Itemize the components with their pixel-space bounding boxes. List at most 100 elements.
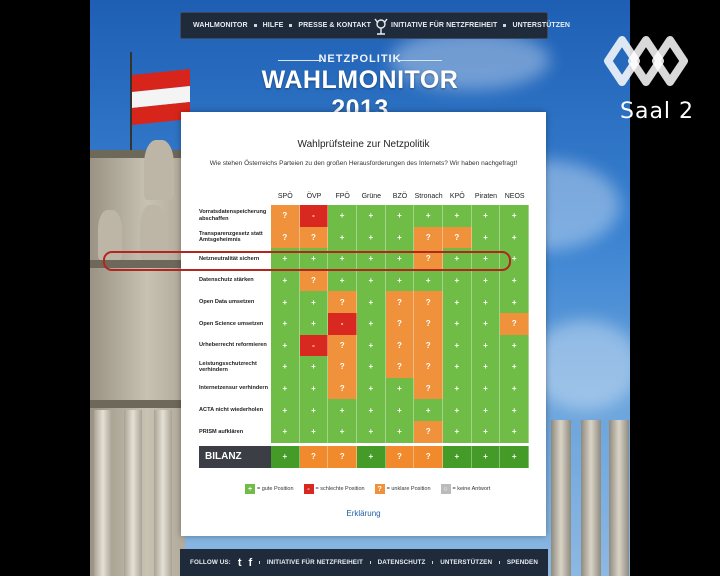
bilanz-cell[interactable]: + — [471, 445, 501, 468]
position-cell[interactable]: + — [356, 291, 386, 313]
position-cell[interactable]: ? — [328, 356, 357, 378]
position-cell[interactable]: + — [385, 420, 415, 443]
position-cell[interactable]: ? — [270, 226, 300, 249]
position-cell[interactable]: + — [270, 269, 300, 292]
position-cell[interactable]: + — [471, 269, 501, 292]
position-cell[interactable]: + — [270, 334, 300, 357]
position-cell[interactable]: + — [299, 399, 329, 421]
position-cell[interactable]: + — [356, 334, 386, 357]
position-cell[interactable]: + — [442, 420, 472, 443]
nav-link-left-1[interactable]: HILFE — [263, 22, 284, 29]
position-cell[interactable]: + — [356, 377, 386, 400]
position-cell[interactable]: + — [270, 291, 300, 313]
position-cell[interactable]: + — [471, 399, 501, 421]
bilanz-cell[interactable]: + — [500, 445, 529, 468]
position-cell[interactable]: + — [270, 420, 300, 443]
bilanz-cell[interactable]: ? — [414, 445, 443, 468]
position-cell[interactable]: + — [356, 420, 386, 443]
site-logo-icon[interactable] — [371, 15, 391, 37]
nav-link-right-1[interactable]: UNTERSTÜTZEN — [512, 22, 570, 29]
position-cell[interactable]: + — [356, 399, 386, 421]
position-cell[interactable]: + — [500, 377, 529, 400]
position-cell[interactable]: + — [471, 312, 501, 335]
bilanz-cell[interactable]: ? — [299, 445, 329, 468]
position-cell[interactable]: ? — [328, 377, 357, 400]
position-cell[interactable]: ? — [270, 205, 300, 227]
position-cell[interactable]: + — [471, 377, 501, 400]
position-cell[interactable]: ? — [414, 356, 443, 378]
position-cell[interactable]: ? — [414, 334, 443, 357]
position-cell[interactable]: + — [385, 205, 415, 227]
position-cell[interactable]: + — [442, 377, 472, 400]
position-cell[interactable]: + — [299, 312, 329, 335]
position-cell[interactable]: ? — [328, 291, 357, 313]
twitter-icon[interactable]: t — [238, 557, 242, 569]
position-cell[interactable]: + — [414, 269, 443, 292]
position-cell[interactable]: + — [328, 205, 357, 227]
footer-link-2[interactable]: UNTERSTÜTZEN — [440, 559, 492, 566]
nav-link-right-0[interactable]: INITIATIVE FÜR NETZFREIHEIT — [391, 22, 497, 29]
position-cell[interactable]: ? — [414, 377, 443, 400]
position-cell[interactable]: + — [299, 420, 329, 443]
position-cell[interactable]: ? — [442, 226, 472, 249]
position-cell[interactable]: + — [471, 291, 501, 313]
footer-link-1[interactable]: DATENSCHUTZ — [378, 559, 426, 566]
footer-link-3[interactable]: SPENDEN — [507, 559, 538, 566]
position-cell[interactable]: ? — [299, 226, 329, 249]
position-cell[interactable]: ? — [385, 291, 415, 313]
nav-link-left-2[interactable]: PRESSE & KONTAKT — [298, 22, 371, 29]
position-cell[interactable]: + — [471, 334, 501, 357]
position-cell[interactable]: ? — [414, 226, 443, 249]
position-cell[interactable]: + — [385, 399, 415, 421]
position-cell[interactable]: + — [328, 420, 357, 443]
position-cell[interactable]: + — [414, 205, 443, 227]
position-cell[interactable]: - — [299, 334, 329, 357]
position-cell[interactable]: + — [328, 399, 357, 421]
position-cell[interactable]: + — [270, 377, 300, 400]
position-cell[interactable]: ? — [299, 269, 329, 292]
position-cell[interactable]: + — [500, 356, 529, 378]
position-cell[interactable]: + — [442, 291, 472, 313]
position-cell[interactable]: + — [442, 399, 472, 421]
position-cell[interactable]: + — [356, 226, 386, 249]
position-cell[interactable]: ? — [414, 420, 443, 443]
position-cell[interactable]: + — [471, 356, 501, 378]
position-cell[interactable]: + — [414, 399, 443, 421]
position-cell[interactable]: + — [328, 226, 357, 249]
position-cell[interactable]: ? — [500, 312, 529, 335]
position-cell[interactable]: + — [385, 269, 415, 292]
position-cell[interactable]: + — [500, 291, 529, 313]
position-cell[interactable]: + — [442, 356, 472, 378]
bilanz-cell[interactable]: + — [442, 445, 472, 468]
position-cell[interactable]: + — [356, 312, 386, 335]
position-cell[interactable]: ? — [414, 291, 443, 313]
position-cell[interactable]: + — [356, 356, 386, 378]
position-cell[interactable]: ? — [385, 334, 415, 357]
position-cell[interactable]: ? — [385, 312, 415, 335]
position-cell[interactable]: + — [500, 269, 529, 292]
bilanz-cell[interactable]: + — [270, 445, 300, 468]
facebook-icon[interactable]: f — [249, 557, 253, 569]
position-cell[interactable]: + — [442, 205, 472, 227]
position-cell[interactable]: + — [500, 420, 529, 443]
bilanz-cell[interactable]: ? — [385, 445, 415, 468]
position-cell[interactable]: + — [385, 377, 415, 400]
position-cell[interactable]: - — [299, 205, 329, 227]
position-cell[interactable]: + — [270, 356, 300, 378]
position-cell[interactable]: + — [270, 312, 300, 335]
position-cell[interactable]: + — [356, 205, 386, 227]
position-cell[interactable]: + — [500, 226, 529, 249]
position-cell[interactable]: + — [500, 334, 529, 357]
position-cell[interactable]: + — [471, 226, 501, 249]
position-cell[interactable]: ? — [385, 356, 415, 378]
position-cell[interactable]: + — [328, 269, 357, 292]
position-cell[interactable]: + — [471, 420, 501, 443]
position-cell[interactable]: ? — [328, 334, 357, 357]
position-cell[interactable]: + — [299, 377, 329, 400]
position-cell[interactable]: + — [442, 269, 472, 292]
position-cell[interactable]: - — [328, 312, 357, 335]
position-cell[interactable]: + — [270, 399, 300, 421]
position-cell[interactable]: + — [299, 356, 329, 378]
footer-link-0[interactable]: INITIATIVE FÜR NETZFREIHEIT — [267, 559, 363, 566]
position-cell[interactable]: ? — [414, 312, 443, 335]
